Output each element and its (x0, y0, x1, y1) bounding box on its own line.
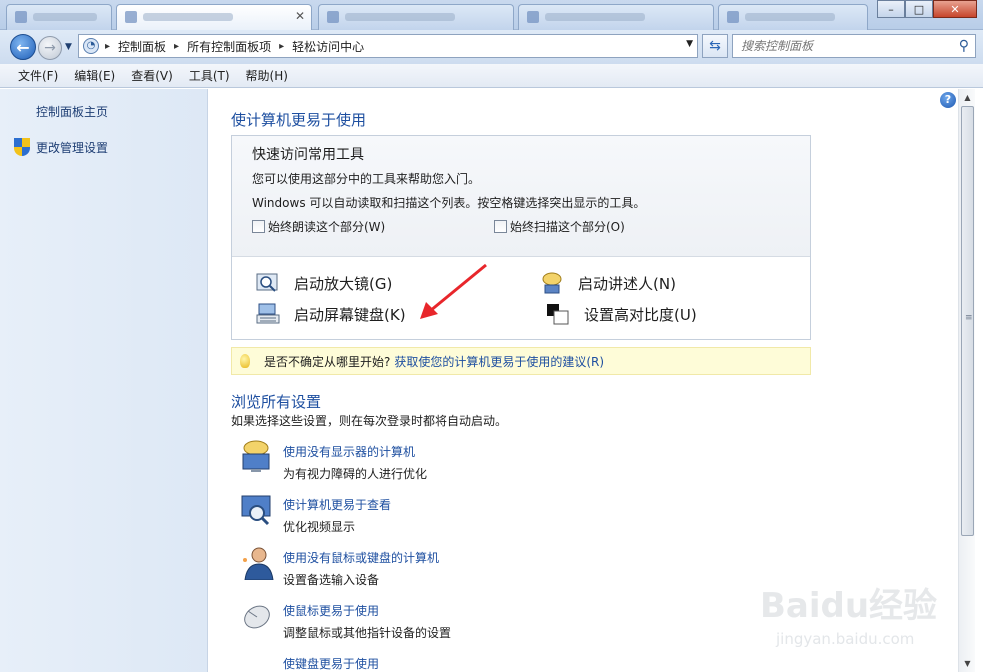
monitor-speech-icon (239, 440, 275, 474)
always-scan-checkbox[interactable]: 始终扫描这个部分(O) (494, 218, 625, 235)
always-read-checkbox[interactable]: 始终朗读这个部分(W) (252, 218, 385, 235)
make-keyboard-easier-link[interactable]: 使键盘更易于使用 (283, 655, 379, 672)
breadcrumb-ease-of-access[interactable]: 轻松访问中心 (292, 38, 364, 55)
browse-settings-heading: 浏览所有设置 (231, 393, 322, 411)
history-dropdown-icon[interactable]: ▼ (65, 42, 72, 52)
scroll-up-icon[interactable]: ▲ (959, 89, 976, 106)
tab-close-icon[interactable]: ✕ (295, 9, 305, 23)
watermark: Baidu经验 jingyan.baidu.com (760, 572, 960, 662)
checkbox-box[interactable] (494, 220, 507, 233)
annotation-arrow-icon (420, 263, 487, 319)
scroll-thumb[interactable]: ≡ (961, 106, 974, 536)
tab-3[interactable] (318, 4, 514, 30)
menu-view[interactable]: 查看(V) (123, 67, 181, 84)
always-scan-label: 始终扫描这个部分(O) (510, 220, 625, 234)
chevron-right-icon[interactable]: ▸ (105, 41, 110, 52)
tip-bar: 是否不确定从哪里开始? 获取使您的计算机更易于使用的建议(R) (231, 347, 811, 375)
always-read-label: 始终朗读这个部分(W) (268, 220, 386, 234)
tab-2[interactable]: ✕ (116, 4, 312, 30)
set-high-contrast-tool[interactable]: 设置高对比度(U) (546, 303, 697, 325)
use-without-display-link[interactable]: 使用没有显示器的计算机 (283, 443, 415, 460)
chevron-right-icon[interactable]: ▸ (174, 41, 179, 52)
quick-access-panel: 快速访问常用工具 您可以使用这部分中的工具来帮助您入门。 Windows 可以自… (231, 135, 811, 340)
close-button[interactable]: ✕ (933, 0, 977, 18)
browse-settings-subtext: 如果选择这些设置，则在每次登录时都将自动启动。 (231, 414, 508, 428)
start-narrator-label: 启动讲述人(N) (578, 274, 676, 293)
window-controls: – □ ✕ (877, 0, 977, 18)
get-recommendations-link[interactable]: 获取使您的计算机更易于使用的建议(R) (394, 353, 604, 370)
make-easier-to-see-desc: 优化视频显示 (283, 520, 356, 534)
menu-edit[interactable]: 编辑(E) (66, 67, 123, 84)
lightbulb-icon (240, 354, 250, 368)
person-icon (239, 546, 275, 581)
quick-access-title: 快速访问常用工具 (252, 147, 364, 163)
tab-favicon (727, 11, 739, 23)
scroll-down-icon[interactable]: ▼ (959, 655, 976, 672)
refresh-icon[interactable]: ⇆ (702, 34, 728, 58)
tab-4[interactable] (518, 4, 714, 30)
maximize-button[interactable]: □ (905, 0, 933, 18)
breadcrumb-all-items[interactable]: 所有控制面板项 (187, 38, 271, 55)
search-box[interactable]: ⚲ (732, 34, 976, 58)
watermark-url: jingyan.baidu.com (776, 630, 915, 648)
start-magnifier-tool[interactable]: 启动放大镜(G) (256, 272, 392, 294)
tab-5[interactable] (718, 4, 868, 30)
tab-strip: ✕ – □ ✕ (0, 0, 983, 30)
search-input[interactable] (733, 35, 943, 57)
high-contrast-icon (546, 303, 570, 325)
use-without-display-desc: 为有视力障碍的人进行优化 (283, 467, 428, 481)
menu-tools[interactable]: 工具(T) (181, 67, 238, 84)
menu-file[interactable]: 文件(F) (10, 67, 66, 84)
watermark-logo: Baidu经验 (760, 586, 938, 626)
change-admin-settings-link[interactable]: 更改管理设置 (36, 139, 108, 156)
mouse-icon (239, 599, 275, 633)
forward-arrow-icon[interactable]: → (38, 36, 62, 60)
minimize-button[interactable]: – (877, 0, 905, 18)
page-heading: 使计算机更易于使用 (231, 111, 367, 129)
control-panel-home-link[interactable]: 控制面板主页 (36, 103, 108, 120)
vertical-scrollbar[interactable]: ▲ ≡ ▼ (958, 89, 975, 672)
address-dropdown-icon[interactable]: ▼ (686, 39, 693, 49)
menu-help[interactable]: 帮助(H) (238, 67, 296, 84)
breadcrumb-control-panel[interactable]: 控制面板 (118, 38, 166, 55)
start-narrator-tool[interactable]: 启动讲述人(N) (540, 272, 676, 294)
left-pane: 控制面板主页 更改管理设置 (0, 89, 208, 672)
start-onscreen-keyboard-tool[interactable]: 启动屏幕键盘(K) (256, 303, 406, 325)
quick-access-instruction: Windows 可以自动读取和扫描这个列表。按空格键选择突出显示的工具。 (252, 196, 646, 210)
tab-favicon (327, 11, 339, 23)
set-high-contrast-label: 设置高对比度(U) (584, 305, 697, 324)
checkbox-box[interactable] (252, 220, 265, 233)
tab-favicon (15, 11, 27, 23)
menu-bar: 文件(F) 编辑(E) 查看(V) 工具(T) 帮助(H) (0, 64, 983, 88)
use-without-mouse-keyboard-link[interactable]: 使用没有鼠标或键盘的计算机 (283, 549, 439, 566)
start-magnifier-label: 启动放大镜(G) (294, 274, 393, 293)
tab-favicon (125, 11, 137, 23)
make-mouse-easier-desc: 调整鼠标或其他指针设备的设置 (283, 626, 452, 640)
tab-1[interactable] (6, 4, 112, 30)
scroll-grip-icon: ≡ (965, 313, 973, 323)
tab-favicon (527, 11, 539, 23)
keyboard-icon (256, 303, 280, 325)
back-arrow-icon[interactable]: ← (10, 34, 36, 60)
tip-text: 是否不确定从哪里开始? (264, 354, 391, 369)
make-easier-to-see-link[interactable]: 使计算机更易于查看 (283, 496, 391, 513)
monitor-magnifier-icon (239, 493, 275, 527)
narrator-icon (540, 272, 564, 294)
magnifier-icon (256, 272, 280, 294)
quick-access-header: 快速访问常用工具 您可以使用这部分中的工具来帮助您入门。 Windows 可以自… (232, 136, 810, 257)
chevron-right-icon[interactable]: ▸ (279, 41, 284, 52)
help-icon[interactable]: ? (940, 92, 956, 108)
uac-shield-icon (14, 138, 30, 156)
quick-access-intro: 您可以使用这部分中的工具来帮助您入门。 (252, 172, 481, 186)
make-mouse-easier-link[interactable]: 使鼠标更易于使用 (283, 602, 379, 619)
address-bar[interactable]: ◔ ▸ 控制面板 ▸ 所有控制面板项 ▸ 轻松访问中心 ▼ (78, 34, 698, 58)
control-panel-icon: ◔ (83, 38, 99, 54)
use-without-mouse-keyboard-desc: 设置备选输入设备 (283, 573, 380, 587)
search-icon[interactable]: ⚲ (959, 38, 969, 54)
start-onscreen-keyboard-label: 启动屏幕键盘(K) (294, 305, 406, 324)
